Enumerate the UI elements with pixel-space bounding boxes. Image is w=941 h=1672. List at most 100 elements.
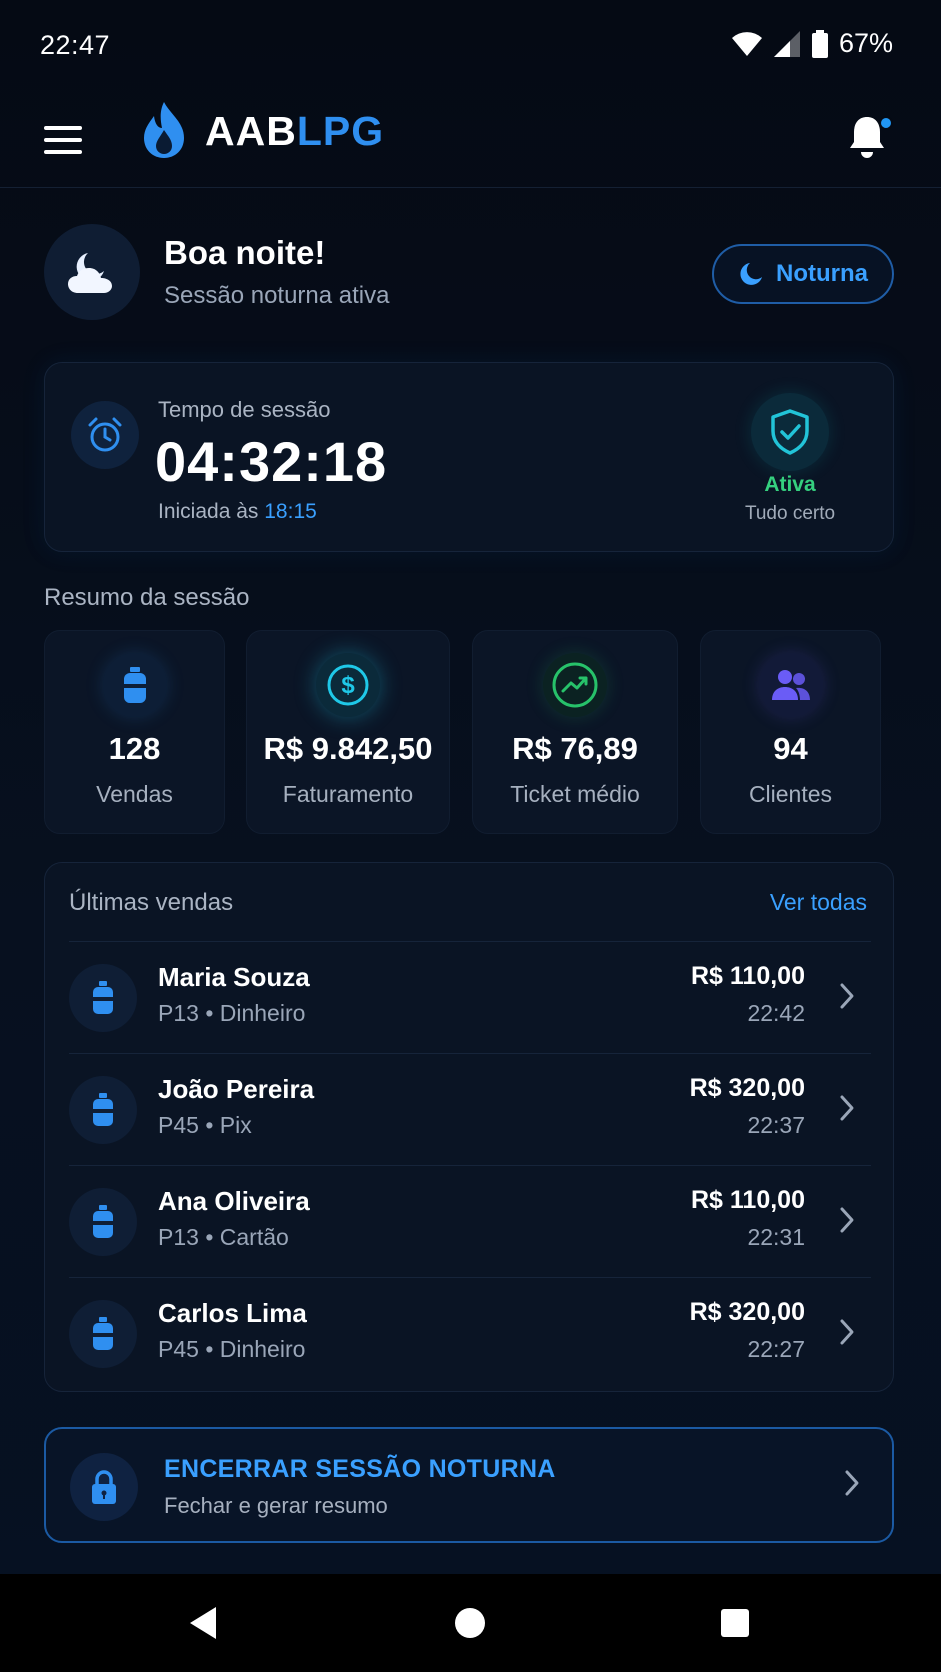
session-status-sub: Tudo certo bbox=[744, 503, 836, 524]
sale-time: 22:42 bbox=[747, 1000, 805, 1026]
session-status: Ativa bbox=[764, 473, 816, 496]
sale-row[interactable]: Carlos Lima P45 • Dinheiro R$ 320,00 22:… bbox=[69, 1277, 871, 1389]
greeting-section: Boa noite! Sessão noturna ativa Noturna bbox=[44, 224, 894, 324]
end-session-subtitle: Fechar e gerar resumo bbox=[164, 1493, 388, 1518]
logo-part-2: LPG bbox=[296, 108, 385, 154]
dollar-icon: $ bbox=[327, 664, 369, 706]
recent-sales-card: Últimas vendas Ver todas Maria Souza P13… bbox=[44, 862, 894, 1392]
trend-up-icon bbox=[552, 662, 598, 708]
summary-title: Resumo da sessão bbox=[44, 584, 250, 611]
gas-cylinder-icon bbox=[93, 981, 113, 1014]
night-mode-button[interactable]: Noturna bbox=[712, 244, 894, 304]
stat-card-revenue[interactable]: $ R$ 9.842,50 Faturamento bbox=[246, 630, 450, 834]
stat-card-ticket[interactable]: R$ 76,89 Ticket médio bbox=[472, 630, 678, 834]
sale-time: 22:37 bbox=[747, 1112, 805, 1138]
battery-icon bbox=[811, 29, 828, 58]
sale-time: 22:31 bbox=[747, 1224, 805, 1250]
end-session-icon-wrap bbox=[70, 1453, 138, 1521]
session-start: Iniciada às 18:15 bbox=[158, 500, 317, 524]
sale-icon-wrap bbox=[69, 1300, 137, 1368]
status-time: 22:47 bbox=[40, 30, 111, 60]
chevron-right-icon bbox=[840, 1095, 854, 1121]
stat-label: Vendas bbox=[96, 781, 173, 807]
sale-meta: P13 • Cartão bbox=[158, 1224, 289, 1250]
sale-time: 22:27 bbox=[747, 1336, 805, 1362]
stat-card-sales[interactable]: 128 Vendas bbox=[44, 630, 225, 834]
chevron-right-icon bbox=[840, 1207, 854, 1233]
gas-cylinder-icon bbox=[93, 1093, 113, 1126]
gas-cylinder-icon bbox=[93, 1317, 113, 1350]
system-navigation-bar bbox=[0, 1574, 941, 1672]
status-shield bbox=[751, 393, 829, 471]
menu-icon-line bbox=[44, 138, 82, 142]
sale-meta: P13 • Dinheiro bbox=[158, 1000, 306, 1026]
notifications-button[interactable] bbox=[847, 110, 893, 162]
sale-row[interactable]: Maria Souza P13 • Dinheiro R$ 110,00 22:… bbox=[69, 941, 871, 1053]
stat-label: Ticket médio bbox=[510, 781, 640, 807]
logo-part-1: AAB bbox=[205, 108, 297, 154]
stat-value: R$ 76,89 bbox=[512, 731, 638, 766]
nav-home-button[interactable] bbox=[447, 1600, 493, 1646]
back-triangle-icon bbox=[190, 1607, 216, 1639]
sale-meta: P45 • Pix bbox=[158, 1112, 252, 1138]
end-night-session-button[interactable]: ENCERRAR SESSÃO NOTURNA Fechar e gerar r… bbox=[44, 1427, 894, 1543]
sale-customer: Carlos Lima bbox=[158, 1298, 307, 1328]
signal-icon bbox=[773, 30, 800, 57]
status-bar: 22:47 67% bbox=[0, 0, 941, 92]
sale-row[interactable]: João Pereira P45 • Pix R$ 320,00 22:37 bbox=[69, 1053, 871, 1165]
stat-icon-wrap bbox=[758, 653, 823, 717]
moon-cloud-icon bbox=[68, 253, 112, 293]
sale-icon-wrap bbox=[69, 964, 137, 1032]
stat-value: R$ 9.842,50 bbox=[263, 731, 433, 766]
end-session-title: ENCERRAR SESSÃO NOTURNA bbox=[164, 1455, 556, 1483]
lock-icon bbox=[92, 1470, 116, 1504]
night-mode-label: Noturna bbox=[776, 260, 868, 287]
session-start-prefix: Iniciada às bbox=[158, 500, 259, 523]
stat-card-clients[interactable]: 94 Clientes bbox=[700, 630, 881, 834]
stat-label: Faturamento bbox=[282, 781, 414, 807]
alarm-clock-icon bbox=[88, 417, 122, 452]
sale-icon-wrap bbox=[69, 1076, 137, 1144]
view-all-link[interactable]: Ver todas bbox=[770, 889, 867, 916]
recent-sales-title: Últimas vendas bbox=[69, 889, 234, 916]
sale-row[interactable]: Ana Oliveira P13 • Cartão R$ 110,00 22:3… bbox=[69, 1165, 871, 1277]
wifi-icon bbox=[731, 31, 762, 56]
sale-customer: Ana Oliveira bbox=[158, 1186, 310, 1216]
chevron-right-icon bbox=[840, 1319, 854, 1345]
sale-customer: João Pereira bbox=[158, 1074, 315, 1104]
sale-meta: P45 • Dinheiro bbox=[158, 1336, 306, 1362]
sale-amount: R$ 320,00 bbox=[689, 1298, 805, 1326]
session-start-time: 18:15 bbox=[264, 500, 317, 523]
sale-amount: R$ 110,00 bbox=[691, 962, 805, 990]
session-elapsed-time: 04:32:18 bbox=[155, 430, 388, 493]
greeting-title: Boa noite! bbox=[164, 234, 326, 271]
menu-icon-line bbox=[44, 126, 82, 130]
session-icon-wrap bbox=[71, 401, 139, 469]
menu-button[interactable] bbox=[44, 117, 90, 163]
app-screen: 22:47 67% AABLPG Boa noite! Sessão notur… bbox=[0, 0, 941, 1672]
flame-logo-icon bbox=[144, 102, 184, 158]
sale-customer: Maria Souza bbox=[158, 962, 310, 992]
session-timer-card: Tempo de sessão 04:32:18 Iniciada às 18:… bbox=[44, 362, 894, 552]
stat-label: Clientes bbox=[748, 781, 833, 807]
nav-back-button[interactable] bbox=[180, 1600, 226, 1646]
gas-cylinder-icon bbox=[123, 667, 146, 703]
menu-icon-line bbox=[44, 150, 82, 154]
status-icons: 67% bbox=[731, 28, 893, 59]
stat-icon-wrap bbox=[543, 653, 607, 717]
sale-amount: R$ 110,00 bbox=[691, 1186, 805, 1214]
chevron-right-icon bbox=[845, 1470, 859, 1496]
moon-icon bbox=[740, 263, 762, 285]
app-logo: AABLPG bbox=[205, 108, 384, 155]
sale-icon-wrap bbox=[69, 1188, 137, 1256]
sale-amount: R$ 320,00 bbox=[689, 1074, 805, 1102]
recents-square-icon bbox=[721, 1609, 749, 1637]
stat-value: 128 bbox=[108, 731, 161, 766]
greeting-subtitle: Sessão noturna ativa bbox=[164, 282, 390, 309]
home-circle-icon bbox=[455, 1608, 485, 1638]
notification-badge bbox=[879, 116, 893, 130]
stat-icon-wrap: $ bbox=[316, 653, 380, 717]
gas-cylinder-icon bbox=[93, 1205, 113, 1238]
nav-recents-button[interactable] bbox=[712, 1600, 758, 1646]
session-label: Tempo de sessão bbox=[158, 397, 331, 422]
